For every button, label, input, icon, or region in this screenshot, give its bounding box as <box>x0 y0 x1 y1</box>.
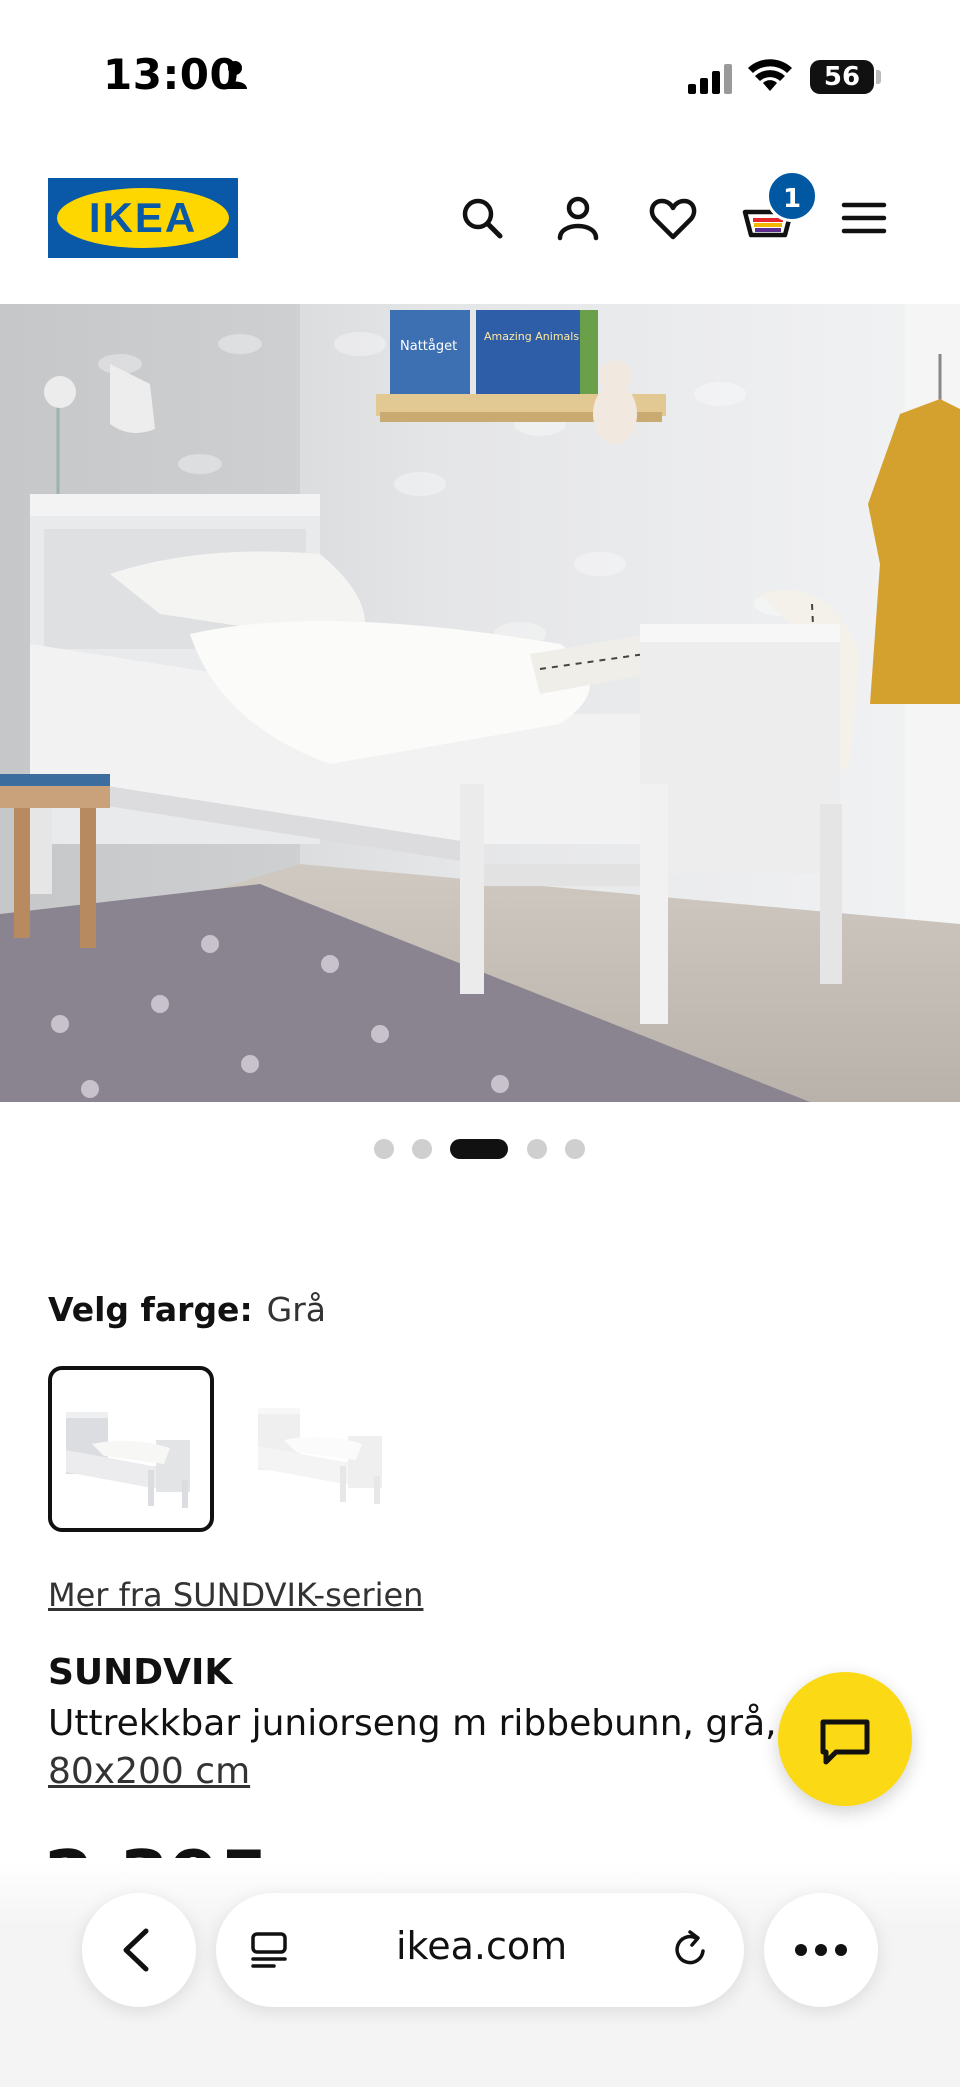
product-image[interactable]: Nattåget Amazing Animals <box>0 304 960 1102</box>
menu-icon[interactable] <box>836 190 892 246</box>
chat-icon <box>820 1719 870 1765</box>
product-size-link[interactable]: 80x200 cm <box>48 1748 828 1796</box>
color-swatch-white[interactable] <box>244 1366 410 1532</box>
search-icon[interactable] <box>454 190 510 246</box>
book-title-1: Nattåget <box>400 339 457 354</box>
color-selector-label: Velg farge: Grå <box>48 1290 326 1329</box>
account-icon[interactable] <box>550 190 606 246</box>
product-price: 2 395 <box>44 1822 269 1858</box>
tabs-icon <box>251 1932 287 1968</box>
heart-icon[interactable] <box>645 190 701 246</box>
carousel-dot[interactable] <box>565 1139 585 1159</box>
cart-count-badge: 1 <box>766 170 818 222</box>
carousel-dot[interactable] <box>527 1139 547 1159</box>
site-header: IKEA <box>0 150 960 300</box>
battery-indicator: 56 <box>810 60 874 94</box>
image-carousel-dots <box>0 1137 960 1161</box>
person-icon <box>223 61 247 89</box>
carousel-dot[interactable] <box>374 1139 394 1159</box>
signal-icon <box>688 64 732 94</box>
carousel-dot[interactable] <box>412 1139 432 1159</box>
book-title-2: Amazing Animals <box>484 330 579 343</box>
color-value: Grå <box>266 1290 327 1329</box>
carousel-dot-active[interactable] <box>450 1139 508 1159</box>
reload-icon[interactable] <box>668 1927 714 1973</box>
more-dots-icon <box>795 1944 847 1956</box>
chat-button[interactable] <box>778 1672 912 1806</box>
url-text[interactable]: ikea.com <box>396 1924 567 1968</box>
battery-tip <box>876 70 881 84</box>
logo-text: IKEA <box>88 194 198 241</box>
series-link[interactable]: Mer fra SUNDVIK-serien <box>48 1576 423 1614</box>
ikea-logo[interactable]: IKEA <box>48 178 238 258</box>
browser-back-button[interactable] <box>82 1893 196 2007</box>
browser-more-button[interactable] <box>764 1893 878 2007</box>
wifi-icon <box>748 59 792 91</box>
bed-room-illustration: Nattåget Amazing Animals <box>0 304 960 1102</box>
status-bar: 13:00 56 <box>0 0 960 150</box>
color-swatch-gray[interactable] <box>48 1366 214 1532</box>
status-time: 13:00 <box>103 50 240 99</box>
bed-thumbnail-gray <box>66 1412 190 1508</box>
product-description: Uttrekkbar juniorseng m ribbebunn, grå, … <box>48 1700 828 1796</box>
bed-thumbnail-white <box>258 1408 382 1504</box>
chevron-left-icon <box>123 1928 149 1972</box>
color-label-text: Velg farge: <box>48 1290 253 1329</box>
product-name: SUNDVIK <box>48 1652 233 1693</box>
product-description-text: Uttrekkbar juniorseng m ribbebunn, grå, <box>48 1703 777 1744</box>
